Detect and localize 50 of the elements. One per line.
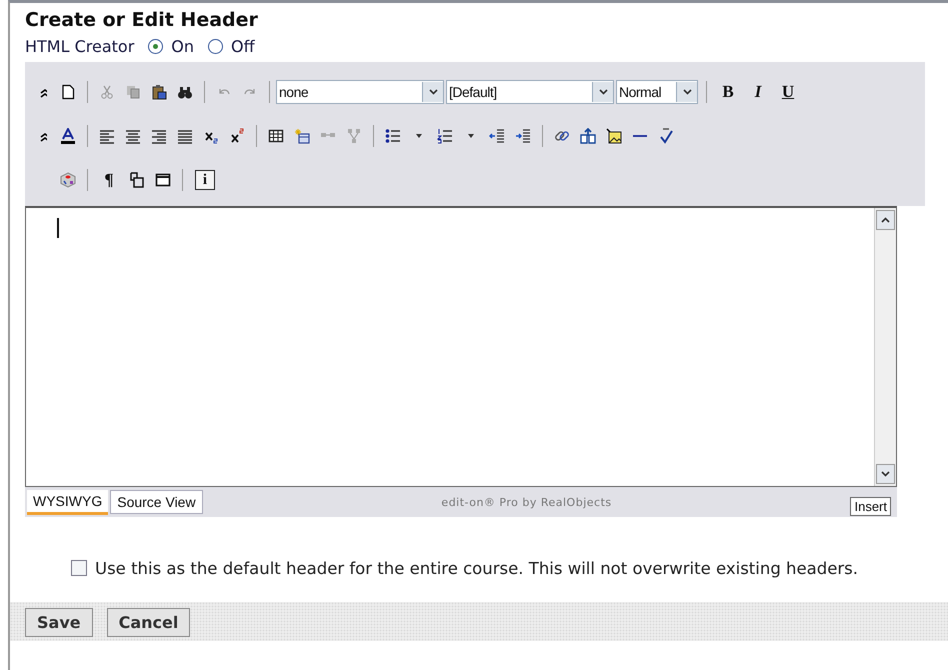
align-right-icon[interactable] <box>151 128 167 144</box>
indent-icon[interactable] <box>515 128 531 144</box>
align-left-icon[interactable] <box>99 128 115 144</box>
chevron-up-icon[interactable] <box>881 217 890 223</box>
layers-icon[interactable] <box>129 172 145 188</box>
window-icon[interactable] <box>155 172 171 188</box>
scrollbar[interactable] <box>874 208 896 486</box>
table-grid-icon[interactable] <box>268 128 284 144</box>
scroll-up-button[interactable] <box>876 210 895 230</box>
align-center-icon[interactable] <box>125 128 141 144</box>
underline-button[interactable]: U <box>773 81 803 103</box>
size-dropdown[interactable]: Normal <box>616 80 698 104</box>
action-button[interactable]: Cancel <box>106 608 190 637</box>
checkbox[interactable] <box>71 560 87 576</box>
branding-text: edit-on® Pro by RealObjects <box>440 496 613 508</box>
document-icon[interactable] <box>60 84 76 100</box>
bold-button[interactable]: B <box>713 81 743 103</box>
action-button[interactable]: Save <box>25 608 93 637</box>
view-tab[interactable]: WYSIWYG <box>27 490 108 514</box>
superscript-icon[interactable] <box>230 128 244 144</box>
radio-label[interactable]: On <box>171 36 194 56</box>
insert-mode-indicator: Insert <box>850 496 891 516</box>
picture-icon[interactable] <box>606 128 622 144</box>
text-cursor <box>57 218 59 238</box>
bulleted-list-icon[interactable] <box>385 128 401 144</box>
style-dropdown[interactable]: none <box>276 80 444 104</box>
chevron-down-icon[interactable] <box>881 471 890 477</box>
copy-icon[interactable] <box>125 84 141 100</box>
cube-icon[interactable] <box>60 172 76 188</box>
radio-button[interactable] <box>148 38 164 54</box>
radio-button[interactable] <box>208 38 224 54</box>
justify-icon[interactable] <box>177 128 193 144</box>
font-dropdown[interactable]: [Default] <box>446 80 614 104</box>
outdent-icon[interactable] <box>489 128 505 144</box>
radio-label[interactable]: Off <box>231 36 255 56</box>
scroll-down-button[interactable] <box>876 464 895 484</box>
clipboard-icon[interactable] <box>151 84 167 100</box>
view-tab[interactable]: Source View <box>110 490 203 514</box>
spellcheck-icon[interactable] <box>658 128 674 144</box>
italic-button[interactable]: I <box>743 81 773 103</box>
table-star-icon[interactable] <box>294 128 310 144</box>
cells-merge-icon[interactable] <box>346 128 362 144</box>
paragraph-button[interactable]: ¶ <box>94 169 124 191</box>
checkbox-label[interactable]: Use this as the default header for the entire course. This will not overwrite existing headers. <box>95 559 858 578</box>
page-title: Create or Edit Header <box>25 8 259 32</box>
binoculars-icon[interactable] <box>177 84 193 100</box>
text-color-icon[interactable] <box>60 128 76 144</box>
info-button[interactable]: i <box>195 170 215 190</box>
field-label: HTML Creator <box>25 36 134 56</box>
numbered-list-icon[interactable] <box>437 128 453 144</box>
